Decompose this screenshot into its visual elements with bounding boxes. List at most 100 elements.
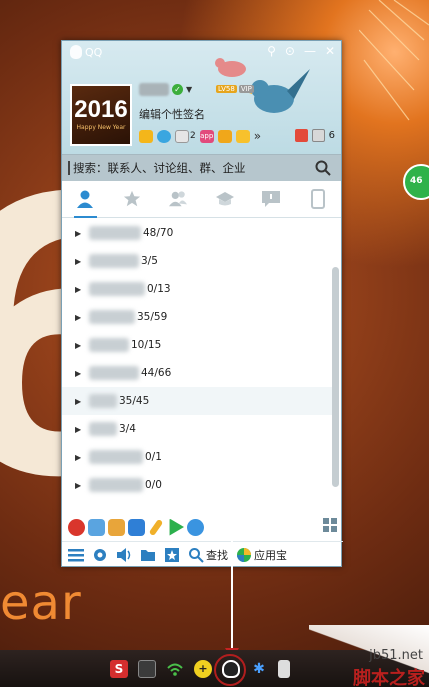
expand-icon[interactable]: ▶ <box>75 285 89 294</box>
folder-icon[interactable] <box>140 547 156 563</box>
star-app-icon[interactable] <box>139 129 153 143</box>
level-badges: LV58 VIP <box>212 85 254 93</box>
group-online-count: 0/0 <box>145 479 162 491</box>
firework-sparks <box>359 0 429 121</box>
group-row[interactable]: ▶ 3/5 <box>62 247 332 275</box>
wifi-icon[interactable] <box>166 660 184 678</box>
group-row[interactable]: ▶ 10/15 <box>62 331 332 359</box>
main-bottom-bar: 查找 应用宝 <box>62 541 343 567</box>
user-avatar[interactable]: 2016 Happy New Year <box>70 84 132 146</box>
group-name-redacted <box>89 366 139 380</box>
app-grid-icon[interactable] <box>323 518 337 532</box>
window-title: QQ <box>85 45 103 59</box>
qq-main-window: QQ ⚲ ⊙ — ✕ 2016 Happy New Year ✓ ▼ LV58 … <box>61 40 343 567</box>
chat-bubble-icon <box>262 191 281 207</box>
avatar-year: 2016 <box>74 96 128 123</box>
qq-header: QQ ⚲ ⊙ — ✕ 2016 Happy New Year ✓ ▼ LV58 … <box>62 41 341 154</box>
input-method-icon[interactable] <box>138 659 156 678</box>
tab-contacts[interactable] <box>62 181 109 218</box>
tab-groups[interactable] <box>155 181 202 217</box>
qq-game-icon[interactable] <box>108 518 125 536</box>
group-online-count: 44/66 <box>141 367 172 379</box>
qzone-app-icon[interactable] <box>157 129 171 143</box>
status-dropdown-icon[interactable]: ▼ <box>186 85 192 94</box>
group-row[interactable]: ▶ 44/66 <box>62 359 332 387</box>
shop-icon[interactable] <box>235 129 250 143</box>
settings-gear-icon[interactable] <box>92 547 108 563</box>
security-shield-icon[interactable] <box>128 518 145 536</box>
vip-badge[interactable]: VIP <box>238 85 254 93</box>
level-badge[interactable]: LV58 <box>216 85 237 93</box>
search-placeholder: 搜索：联系人、讨论组、群、企业 <box>73 161 246 175</box>
expand-icon[interactable]: ▶ <box>75 453 89 462</box>
app-icon[interactable]: app <box>199 129 214 143</box>
more-apps-icon[interactable]: » <box>254 129 261 143</box>
favorites-box-icon[interactable] <box>164 547 180 563</box>
annotation-arrow-line <box>231 495 233 655</box>
mail-count: 2 <box>190 131 196 141</box>
expand-icon[interactable]: ▶ <box>75 397 89 406</box>
group-row[interactable]: ▶ 35/59 <box>62 303 332 331</box>
tab-qzone[interactable] <box>202 181 249 217</box>
wallpaper-year-text: ear <box>0 575 82 631</box>
expand-icon[interactable]: ▶ <box>75 341 89 350</box>
search-icon[interactable] <box>315 160 331 176</box>
group-row[interactable]: ▶ 48/70 <box>62 219 332 247</box>
list-scrollbar[interactable] <box>332 267 339 487</box>
wallet-icon[interactable] <box>217 129 232 143</box>
tab-favorites[interactable] <box>109 181 156 217</box>
expand-icon[interactable]: ▶ <box>75 229 89 238</box>
watermark-url: jb51.net <box>369 648 423 663</box>
tab-messages[interactable] <box>248 181 295 217</box>
pin-icon[interactable]: ⚲ <box>267 44 276 58</box>
group-row[interactable]: ▶ 3/4 <box>62 415 332 443</box>
side-widget-badge[interactable]: 46 <box>403 164 429 200</box>
video-play-icon[interactable] <box>169 518 184 536</box>
bluetooth-icon[interactable]: ✱ <box>250 660 268 678</box>
expand-icon[interactable]: ▶ <box>75 369 89 378</box>
find-button[interactable]: 查找 <box>206 547 228 563</box>
group-online-count: 35/59 <box>137 311 168 323</box>
speaker-icon[interactable] <box>116 547 132 563</box>
main-menu-icon[interactable] <box>68 547 84 563</box>
cloud-icon[interactable] <box>187 518 204 536</box>
minimize-icon[interactable]: — <box>304 44 316 58</box>
tab-phone[interactable] <box>295 181 342 217</box>
expand-icon[interactable]: ▶ <box>75 313 89 322</box>
clipboard-icon[interactable] <box>278 659 290 678</box>
expand-icon[interactable]: ▶ <box>75 425 89 434</box>
sogou-input-icon[interactable]: S <box>110 659 128 678</box>
quick-apps-bar <box>62 514 343 540</box>
group-name-redacted <box>89 338 129 352</box>
message-box-icon[interactable] <box>311 129 325 142</box>
group-name-redacted <box>89 450 143 464</box>
qq-show-icon[interactable] <box>88 518 105 536</box>
app-store-icon[interactable] <box>236 547 252 563</box>
online-status-icon[interactable]: ✓ <box>172 84 183 95</box>
qq-logo: QQ <box>70 45 102 59</box>
group-online-count: 10/15 <box>131 339 162 351</box>
group-name-redacted <box>89 226 141 240</box>
close-icon[interactable]: ✕ <box>325 44 335 58</box>
group-row[interactable]: ▶ 0/0 <box>62 471 332 499</box>
skin-shirt-icon[interactable] <box>294 129 308 142</box>
group-name-redacted <box>89 394 117 408</box>
settings-icon[interactable]: ⊙ <box>285 44 295 58</box>
group-row[interactable]: ▶ 35/45 <box>62 387 332 415</box>
group-online-count: 3/4 <box>119 423 136 435</box>
group-row[interactable]: ▶ 0/1 <box>62 443 332 471</box>
pencil-icon[interactable] <box>148 518 164 536</box>
profile-app-icons: 2 app » <box>139 129 261 143</box>
add-plus-icon[interactable]: + <box>194 659 212 678</box>
signature-editor[interactable]: 编辑个性签名 <box>139 106 205 122</box>
find-search-icon[interactable] <box>188 547 204 563</box>
window-controls: ⚲ ⊙ — ✕ <box>267 44 335 58</box>
group-row[interactable]: ▶ 0/13 <box>62 275 332 303</box>
search-input[interactable]: 搜索：联系人、讨论组、群、企业 <box>62 154 341 181</box>
avatar-caption: Happy New Year <box>76 124 126 131</box>
mail-icon[interactable] <box>175 129 189 143</box>
expand-icon[interactable]: ▶ <box>75 481 89 490</box>
qq-pet-icon[interactable] <box>68 518 85 536</box>
app-store-button[interactable]: 应用宝 <box>254 547 287 563</box>
expand-icon[interactable]: ▶ <box>75 257 89 266</box>
